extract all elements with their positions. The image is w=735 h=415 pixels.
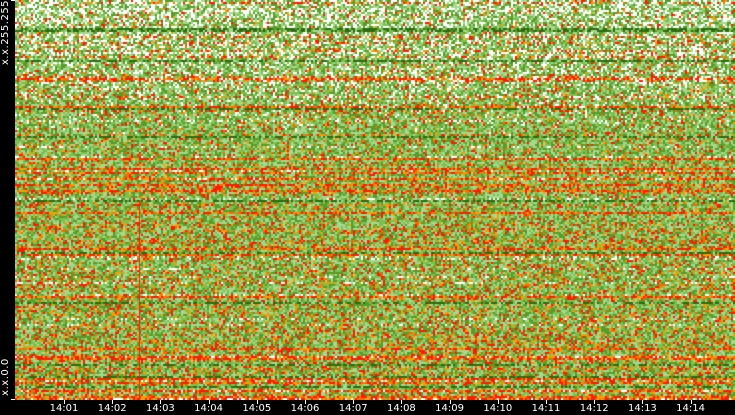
y-tick-bottom — [11, 399, 15, 400]
x-tick-label: 14:07 — [338, 403, 368, 414]
y-tick-top — [11, 0, 15, 1]
x-tick-label: 14:05 — [242, 403, 272, 414]
heatmap-canvas — [15, 0, 735, 400]
x-tick-label: 14:09 — [435, 403, 464, 414]
x-tick-label: 14:04 — [194, 403, 223, 414]
y-label-top: x.x.255.255 — [0, 0, 11, 65]
x-tick-label: 14:12 — [579, 403, 609, 414]
x-tick-label: 14:02 — [97, 403, 127, 414]
x-tick-label: 14:10 — [483, 403, 513, 414]
x-tick-label: 14:03 — [145, 403, 175, 414]
x-tick-label: 14:14 — [676, 403, 705, 414]
x-tick-label: 14:08 — [386, 403, 416, 414]
x-tick-label: 14:01 — [49, 403, 79, 414]
x-tick-label: 14:11 — [531, 403, 561, 414]
x-tick-label: 14:06 — [290, 403, 320, 414]
x-tick-label: 14:13 — [627, 403, 657, 414]
